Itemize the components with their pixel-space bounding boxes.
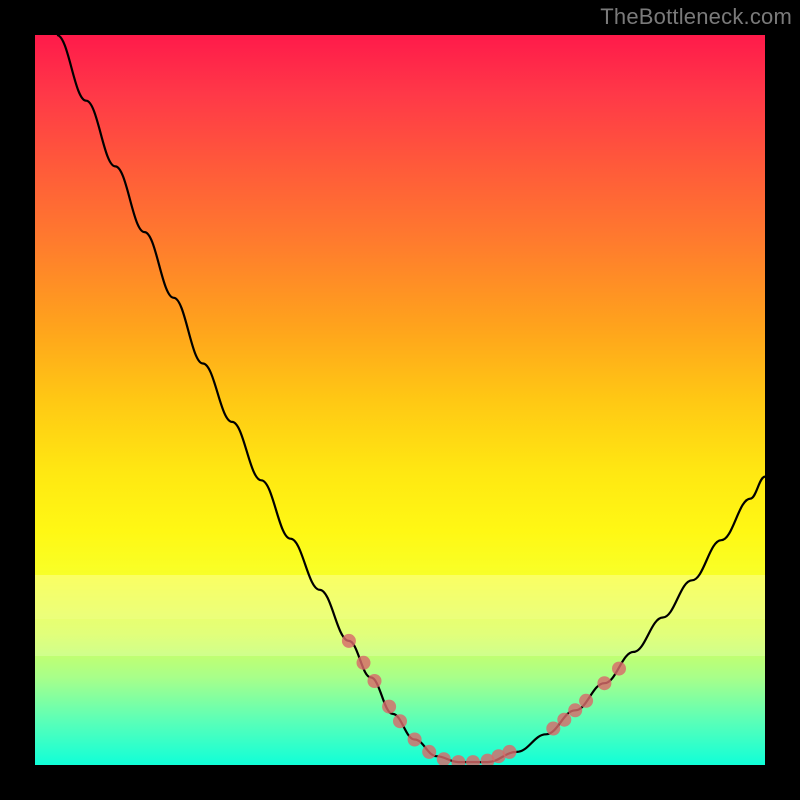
highlight-dots xyxy=(342,634,626,765)
chart-frame: TheBottleneck.com xyxy=(0,0,800,800)
marker-dot xyxy=(408,733,422,747)
marker-dot xyxy=(342,634,356,648)
marker-dot xyxy=(451,755,465,765)
marker-dot xyxy=(612,662,626,676)
marker-dot xyxy=(466,755,480,765)
marker-dot xyxy=(422,745,436,759)
chart-svg xyxy=(35,35,765,765)
marker-dot xyxy=(437,752,451,765)
marker-dot xyxy=(568,703,582,717)
marker-dot xyxy=(357,656,371,670)
marker-dot xyxy=(579,694,593,708)
watermark-text: TheBottleneck.com xyxy=(600,4,792,30)
marker-dot xyxy=(503,745,517,759)
bottleneck-curve xyxy=(57,35,765,762)
marker-dot xyxy=(546,722,560,736)
marker-dot xyxy=(382,700,396,714)
marker-dot xyxy=(393,714,407,728)
marker-dot xyxy=(557,713,571,727)
marker-dot xyxy=(597,676,611,690)
marker-dot xyxy=(368,674,382,688)
